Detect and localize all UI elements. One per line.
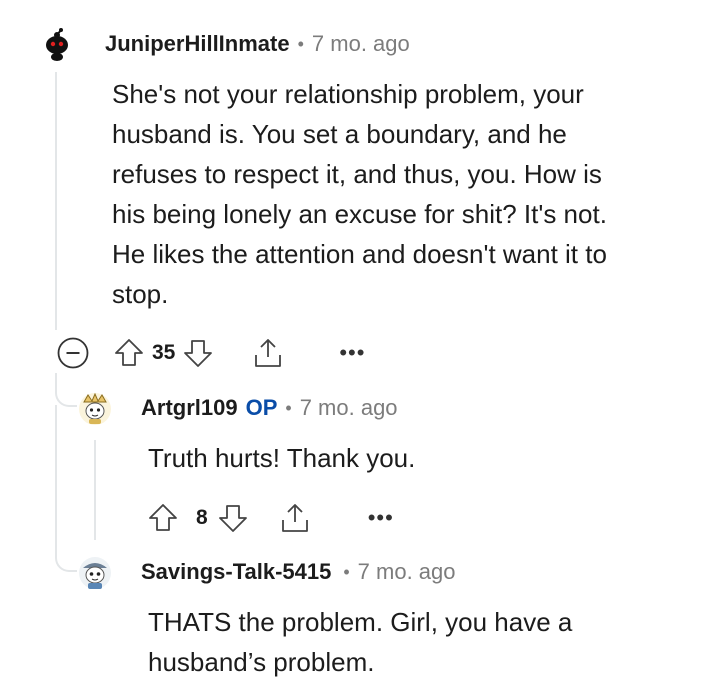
comment-body-line: his being lonely an excuse for shit? It'… bbox=[112, 199, 607, 229]
username[interactable]: Artgrl109 bbox=[141, 395, 238, 421]
user-avatar[interactable] bbox=[40, 27, 74, 61]
username[interactable]: JuniperHillInmate bbox=[105, 31, 290, 57]
reply-connector bbox=[55, 405, 77, 572]
timestamp[interactable]: 7 mo. ago bbox=[300, 395, 398, 421]
comment-header: JuniperHillInmate • 7 mo. ago bbox=[105, 31, 410, 57]
comment-header: Artgrl109 OP • 7 mo. ago bbox=[141, 395, 398, 421]
snoo-avatar-icon bbox=[46, 28, 68, 61]
comment-body-line: THATS the problem. Girl, you have a bbox=[148, 607, 573, 637]
vote-score: 35 bbox=[152, 341, 176, 364]
separator-dot: • bbox=[285, 397, 292, 418]
downvote-arrow-icon[interactable] bbox=[181, 336, 215, 370]
separator-dot: • bbox=[297, 33, 304, 54]
downvote-arrow-icon[interactable] bbox=[216, 501, 250, 535]
more-options-icon[interactable]: ••• bbox=[368, 507, 394, 529]
separator-dot: • bbox=[343, 561, 350, 582]
upvote-arrow-icon[interactable] bbox=[146, 501, 180, 535]
reply-connector bbox=[55, 373, 77, 407]
share-icon[interactable] bbox=[251, 336, 285, 370]
vote-score: 8 bbox=[196, 506, 208, 529]
comment-body: Truth hurts! Thank you. bbox=[148, 438, 708, 478]
comment-header: Savings-Talk-5415 • 7 mo. ago bbox=[141, 559, 456, 585]
comment-body-line: stop. bbox=[112, 279, 169, 309]
timestamp[interactable]: 7 mo. ago bbox=[358, 559, 456, 585]
op-badge: OP bbox=[245, 395, 278, 420]
thread-line bbox=[94, 440, 96, 540]
username[interactable]: Savings-Talk-5415 bbox=[141, 559, 331, 585]
comment-actions: 35 ••• bbox=[56, 335, 365, 371]
comment-body-line: refuses to respect it, and thus, you. Ho… bbox=[112, 159, 602, 189]
comment-body-line: husband is. You set a boundary, and he bbox=[112, 119, 567, 149]
comment-actions: 8 ••• bbox=[146, 500, 394, 536]
timestamp[interactable]: 7 mo. ago bbox=[312, 31, 410, 57]
comment-body-line: husband’s problem. bbox=[148, 647, 375, 677]
comment-body: THATS the problem. Girl, you have a husb… bbox=[148, 602, 708, 682]
snoo-avatar-icon bbox=[79, 557, 111, 589]
upvote-arrow-icon[interactable] bbox=[112, 336, 146, 370]
user-avatar[interactable] bbox=[78, 556, 112, 590]
snoo-avatar-icon bbox=[79, 392, 111, 425]
user-avatar[interactable] bbox=[78, 392, 112, 426]
comment-body-line: She's not your relationship problem, you… bbox=[112, 79, 584, 109]
thread-line bbox=[55, 72, 57, 330]
comment-body-line: Truth hurts! Thank you. bbox=[148, 443, 416, 473]
collapse-minus-icon[interactable] bbox=[56, 336, 90, 370]
comment-body-line: He likes the attention and doesn't want … bbox=[112, 239, 607, 269]
more-options-icon[interactable]: ••• bbox=[339, 342, 365, 364]
share-icon[interactable] bbox=[278, 501, 312, 535]
comment-body: She's not your relationship problem, you… bbox=[112, 74, 712, 314]
